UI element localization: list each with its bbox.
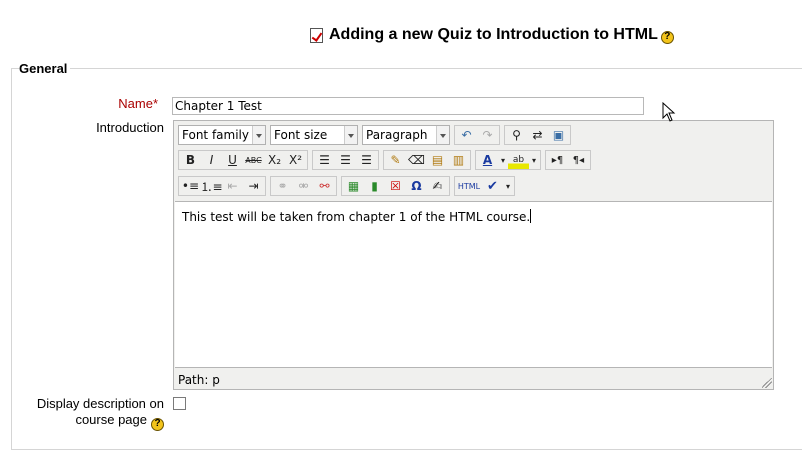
font-size-select[interactable]: Font size bbox=[270, 125, 358, 145]
chevron-down-icon[interactable]: ▾ bbox=[529, 151, 539, 169]
display-description-label: Display description on course page? bbox=[20, 396, 164, 431]
help-icon[interactable]: ? bbox=[151, 417, 164, 431]
redo-icon[interactable]: ↷ bbox=[477, 126, 498, 144]
fullscreen-icon[interactable]: ▣ bbox=[548, 126, 569, 144]
clean-up-icon[interactable]: ✎ bbox=[385, 151, 406, 169]
subscript-button[interactable]: X₂ bbox=[264, 151, 285, 169]
align-group: ☰ ☰ ☰ bbox=[312, 150, 379, 170]
text-color-icon[interactable]: A bbox=[477, 151, 498, 169]
search-group: ⚲ ⇄ ▣ bbox=[504, 125, 571, 145]
eraser-icon[interactable]: ⌫ bbox=[406, 151, 427, 169]
font-size-value: Font size bbox=[274, 128, 328, 142]
toolbar-row-1: Font family Font size Paragraph ↶ ↷ ⚲ ⇄ … bbox=[178, 124, 575, 146]
fieldset-legend: General bbox=[19, 61, 71, 76]
superscript-button[interactable]: X² bbox=[285, 151, 306, 169]
format-select[interactable]: Paragraph bbox=[362, 125, 450, 145]
underline-glyph: U bbox=[228, 153, 237, 167]
quiz-icon bbox=[310, 27, 323, 43]
paste-word-icon[interactable]: ▥ bbox=[448, 151, 469, 169]
toolbar-row-3: •≡ ⒈≡ ⇤ ⇥ ⚭ ⚮ ⚯ ▦ ▮ ☒ Ω ✍ HTML ✔ ▾ bbox=[178, 175, 519, 197]
image-icon[interactable]: ▦ bbox=[343, 177, 364, 195]
align-left-icon[interactable]: ☰ bbox=[314, 151, 335, 169]
chevron-down-icon bbox=[252, 126, 265, 144]
strike-glyph: ABC bbox=[245, 155, 262, 165]
align-right-icon[interactable]: ☰ bbox=[356, 151, 377, 169]
link-icon[interactable]: ⚭ bbox=[272, 177, 293, 195]
editor-path: Path: p bbox=[178, 373, 220, 387]
editor-content[interactable]: This test will be taken from chapter 1 o… bbox=[175, 201, 772, 368]
unlink-icon[interactable]: ⚮ bbox=[293, 177, 314, 195]
list-group: •≡ ⒈≡ ⇤ ⇥ bbox=[178, 176, 266, 196]
indent-icon[interactable]: ⇥ bbox=[243, 177, 264, 195]
italic-glyph: I bbox=[209, 153, 214, 167]
spellcheck-icon[interactable]: ✔ bbox=[482, 177, 503, 195]
clipboard-group: ✎ ⌫ ▤ ▥ bbox=[383, 150, 471, 170]
outdent-icon[interactable]: ⇤ bbox=[222, 177, 243, 195]
display-description-checkbox[interactable] bbox=[173, 397, 186, 410]
italic-button[interactable]: I bbox=[201, 151, 222, 169]
name-input[interactable] bbox=[172, 97, 644, 115]
link-group: ⚭ ⚮ ⚯ bbox=[270, 176, 337, 196]
name-label: Name* bbox=[60, 96, 158, 111]
text-style-group: B I U ABC X₂ X² bbox=[178, 150, 308, 170]
edit-icon[interactable]: ✍ bbox=[427, 177, 448, 195]
required-asterisk: * bbox=[152, 96, 158, 111]
find-icon[interactable]: ⚲ bbox=[506, 126, 527, 144]
name-label-text: Name bbox=[118, 96, 153, 111]
bold-glyph: B bbox=[185, 153, 196, 167]
underline-button[interactable]: U bbox=[222, 151, 243, 169]
page-title: Adding a new Quiz to Introduction to HTM… bbox=[329, 26, 658, 43]
paste-text-icon[interactable]: ▤ bbox=[427, 151, 448, 169]
media-icon[interactable]: ▮ bbox=[364, 177, 385, 195]
highlight-color-icon[interactable]: ab bbox=[508, 151, 529, 169]
chevron-down-icon bbox=[436, 126, 449, 144]
code-group: HTML ✔ ▾ bbox=[454, 176, 515, 196]
rich-text-editor: Font family Font size Paragraph ↶ ↷ ⚲ ⇄ … bbox=[173, 120, 774, 390]
align-center-icon[interactable]: ☰ bbox=[335, 151, 356, 169]
html-source-button[interactable]: HTML bbox=[456, 177, 482, 195]
ltr-icon[interactable]: ▸¶ bbox=[547, 151, 568, 169]
mouse-cursor-icon bbox=[662, 102, 676, 122]
color-group: A ▾ ab ▾ bbox=[475, 150, 541, 170]
toolbar-row-2: B I U ABC X₂ X² ☰ ☰ ☰ ✎ ⌫ ▤ ▥ A ▾ ab ▾ ▸… bbox=[178, 149, 595, 171]
undo-redo-group: ↶ ↷ bbox=[454, 125, 500, 145]
strikethrough-button[interactable]: ABC bbox=[243, 151, 264, 169]
resize-handle-icon[interactable] bbox=[762, 378, 772, 388]
editor-text: This test will be taken from chapter 1 o… bbox=[182, 210, 531, 224]
rtl-icon[interactable]: ¶◂ bbox=[568, 151, 589, 169]
nolink-icon[interactable]: ☒ bbox=[385, 177, 406, 195]
text-caret bbox=[530, 209, 532, 223]
display-description-text: Display description on course page bbox=[36, 396, 164, 427]
anchor-icon[interactable]: ⚯ bbox=[314, 177, 335, 195]
bullet-list-icon[interactable]: •≡ bbox=[180, 177, 201, 195]
introduction-label: Introduction bbox=[96, 120, 164, 135]
insert-group: ▦ ▮ ☒ Ω ✍ bbox=[341, 176, 450, 196]
format-value: Paragraph bbox=[366, 128, 428, 142]
help-icon[interactable]: ? bbox=[660, 30, 674, 44]
chevron-down-icon[interactable]: ▾ bbox=[498, 151, 508, 169]
font-family-value: Font family bbox=[182, 128, 249, 142]
bold-button[interactable]: B bbox=[180, 151, 201, 169]
direction-group: ▸¶ ¶◂ bbox=[545, 150, 591, 170]
chevron-down-icon bbox=[344, 126, 357, 144]
chevron-down-icon[interactable]: ▾ bbox=[503, 177, 513, 195]
font-family-select[interactable]: Font family bbox=[178, 125, 266, 145]
page-heading: Adding a new Quiz to Introduction to HTM… bbox=[310, 24, 674, 46]
omega-icon[interactable]: Ω bbox=[406, 177, 427, 195]
numbered-list-icon[interactable]: ⒈≡ bbox=[200, 177, 222, 195]
undo-icon[interactable]: ↶ bbox=[456, 126, 477, 144]
replace-icon[interactable]: ⇄ bbox=[527, 126, 548, 144]
